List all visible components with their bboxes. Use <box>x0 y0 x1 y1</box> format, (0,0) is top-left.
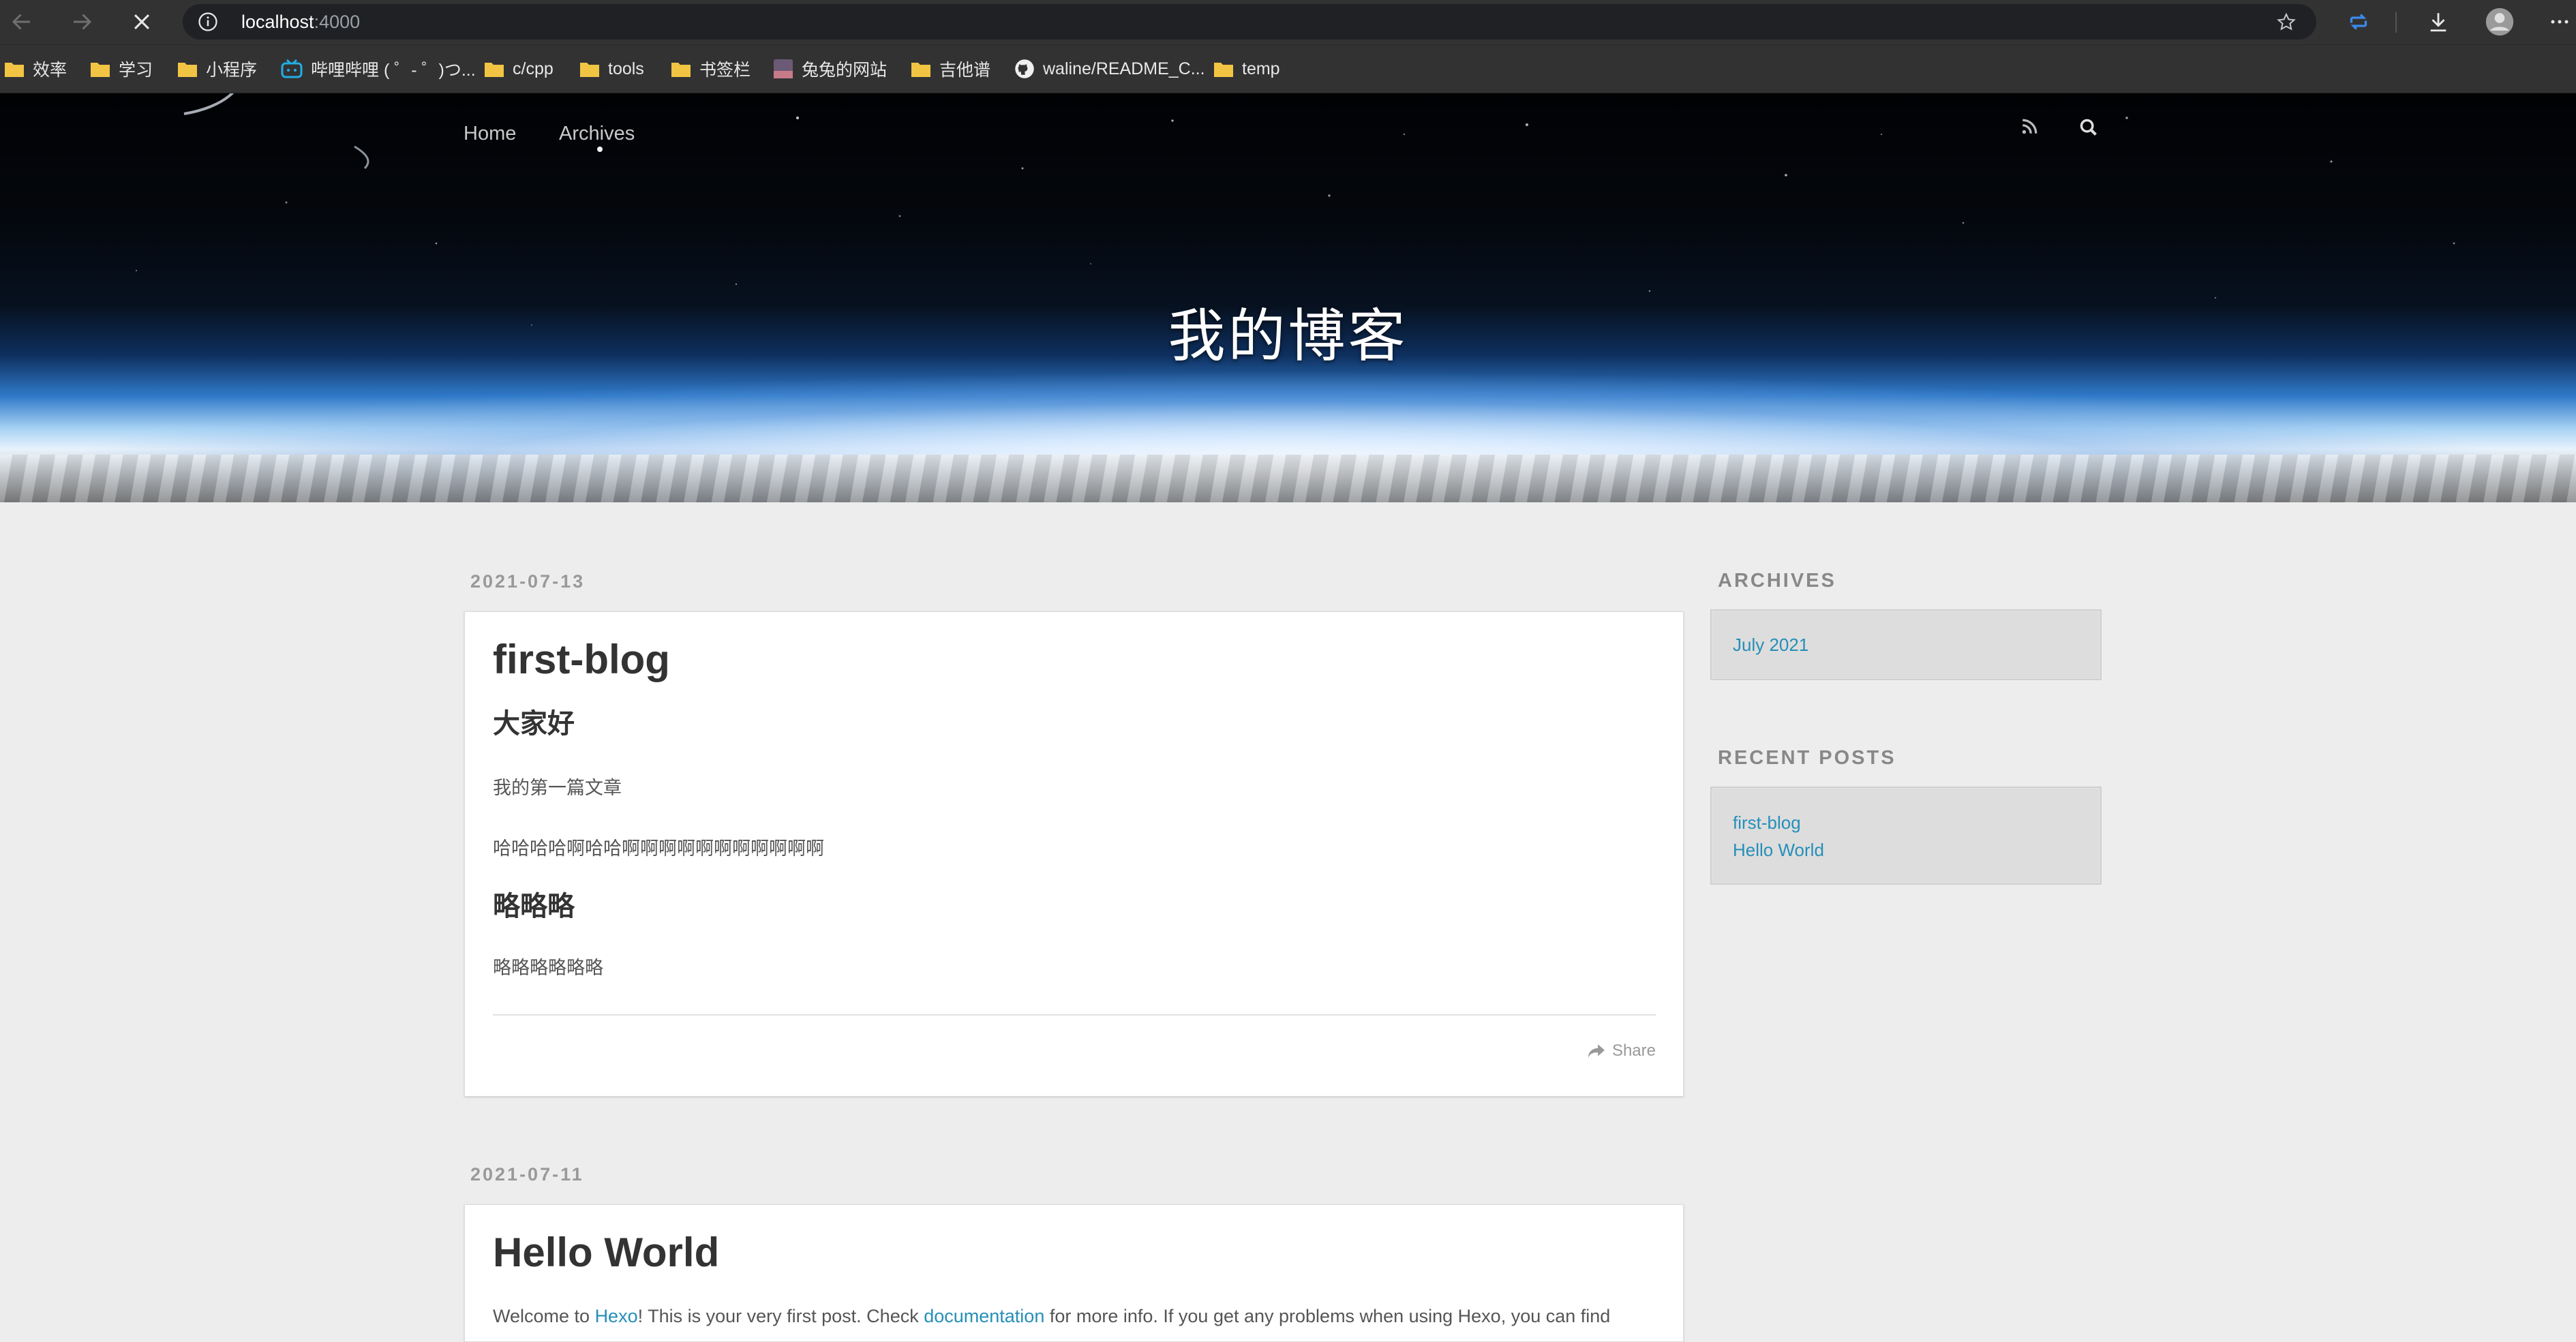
bookmark-folder[interactable]: temp <box>1213 45 1280 93</box>
collections-button[interactable] <box>2342 5 2375 38</box>
more-dots-icon <box>2551 20 2569 24</box>
post-text: ! This is your very first post. Check <box>637 1306 924 1326</box>
bookmark-folder[interactable]: 学习 <box>90 45 153 93</box>
recent-posts-widget: first-blog Hello World <box>1710 787 2102 885</box>
starfield-decoration <box>135 93 2455 326</box>
post-text: Welcome to <box>493 1306 595 1326</box>
recent-posts-widget-title: RECENT POSTS <box>1718 747 1896 769</box>
post-heading: 大家好 <box>493 709 575 739</box>
nav-home-link[interactable]: Home <box>464 122 516 145</box>
folder-icon <box>671 63 691 77</box>
url-text[interactable]: localhost:4000 <box>241 12 360 31</box>
post-paragraph: Welcome to Hexo! This is your very first… <box>493 1305 1610 1328</box>
bookmark-label: 小程序 <box>206 61 258 80</box>
address-bar[interactable]: localhost:4000 <box>183 4 2316 40</box>
documentation-link[interactable]: documentation <box>924 1306 1044 1326</box>
nav-archives-link[interactable]: Archives <box>559 122 635 145</box>
sync-icon <box>2350 14 2367 30</box>
share-label: Share <box>1611 1041 1656 1060</box>
post-paragraph: 我的第一篇文章 <box>493 778 622 798</box>
recent-post-link[interactable]: Hello World <box>1733 840 1824 860</box>
bookmark-folder[interactable]: 书签栏 <box>671 45 751 93</box>
bookmark-folder[interactable]: 吉他谱 <box>911 45 990 93</box>
folder-icon <box>485 63 504 77</box>
recent-post-link[interactable]: first-blog <box>1733 812 1801 833</box>
post-paragraph: 哈哈哈哈啊哈哈啊啊啊啊啊啊啊啊啊啊啊 <box>493 838 824 859</box>
folder-icon <box>91 63 110 77</box>
post-card: Hello World Welcome to Hexo! This is you… <box>464 1204 1684 1342</box>
hexo-link[interactable]: Hexo <box>595 1306 638 1326</box>
bookmark-label: 吉他谱 <box>939 61 991 80</box>
archives-widget-title: ARCHIVES <box>1718 570 1836 592</box>
bookmark-folder[interactable]: 小程序 <box>177 45 257 93</box>
forward-button[interactable] <box>65 5 98 38</box>
bookmark-label: c/cpp <box>513 59 554 78</box>
info-icon[interactable] <box>198 12 218 32</box>
rss-icon[interactable] <box>2020 118 2038 136</box>
bookmark-label: 书签栏 <box>699 61 751 80</box>
close-icon <box>134 14 150 30</box>
bookmark-label: temp <box>1242 59 1280 78</box>
bookmark-label: 效率 <box>33 61 67 80</box>
bookmark-link[interactable]: 兔兔的网站 <box>773 45 887 93</box>
bilibili-icon <box>281 59 303 78</box>
downloads-button[interactable] <box>2422 5 2455 38</box>
forward-arrow-icon <box>74 14 92 30</box>
archive-link[interactable]: July 2021 <box>1733 635 1808 655</box>
bookmark-folder[interactable]: 效率 <box>4 45 67 93</box>
stop-loading-button[interactable] <box>125 5 158 38</box>
avatar-icon <box>2485 7 2514 36</box>
folder-icon <box>5 63 24 77</box>
post-title[interactable]: Hello World <box>493 1229 719 1277</box>
folder-icon <box>178 63 197 77</box>
clouds-decoration <box>0 455 2576 502</box>
folder-icon <box>580 63 599 77</box>
post-paragraph: 略略略略略略 <box>493 958 603 978</box>
back-arrow-icon <box>12 14 30 30</box>
add-favorite-icon[interactable] <box>2275 12 2297 33</box>
browser-toolbar: localhost:4000 <box>0 0 2576 45</box>
share-button[interactable]: Share <box>1588 1041 1656 1061</box>
bookmark-link[interactable]: 哔哩哔哩 ( ゜- ゜)つ... <box>281 45 476 93</box>
site-title[interactable]: 我的博客 <box>0 302 2576 370</box>
folder-icon <box>911 63 930 77</box>
bookmark-folder[interactable]: tools <box>579 45 644 93</box>
post-date[interactable]: 2021-07-13 <box>470 571 585 592</box>
profile-button[interactable] <box>2483 5 2516 38</box>
bookmark-label: 哔哩哔哩 ( ゜- ゜)つ... <box>311 61 476 80</box>
site-favicon-icon <box>774 59 793 78</box>
post-title[interactable]: first-blog <box>493 636 670 684</box>
site-header-banner: Home Archives 我的博客 <box>0 93 2576 502</box>
github-icon <box>1015 59 1034 78</box>
search-icon[interactable] <box>2079 118 2098 137</box>
back-button[interactable] <box>5 5 38 38</box>
bookmark-label: 学习 <box>119 61 153 80</box>
bookmarks-bar: 效率 学习 小程序 哔哩哔哩 ( ゜- ゜)つ... c/cpp tools 书… <box>0 45 2576 93</box>
folder-icon <box>1214 63 1233 77</box>
bookmark-label: tools <box>608 59 644 78</box>
more-menu-button[interactable] <box>2546 5 2573 38</box>
post-card: first-blog 大家好 我的第一篇文章 哈哈哈哈啊哈哈啊啊啊啊啊啊啊啊啊啊… <box>464 611 1684 1097</box>
post-text: for more info. If you get any problems w… <box>1044 1306 1611 1326</box>
bookmark-label: 兔兔的网站 <box>802 61 888 80</box>
archives-widget: July 2021 <box>1710 609 2102 680</box>
post-heading: 略略略 <box>493 891 575 921</box>
post-footer-divider <box>493 1014 1656 1016</box>
bookmark-label: waline/README_C... <box>1043 59 1205 78</box>
download-icon <box>2430 13 2446 32</box>
share-icon <box>1588 1044 1605 1058</box>
post-date[interactable]: 2021-07-11 <box>470 1164 584 1185</box>
toolbar-divider <box>2395 12 2397 33</box>
bookmark-link[interactable]: waline/README_C... <box>1014 45 1205 93</box>
bookmark-folder[interactable]: c/cpp <box>484 45 554 93</box>
